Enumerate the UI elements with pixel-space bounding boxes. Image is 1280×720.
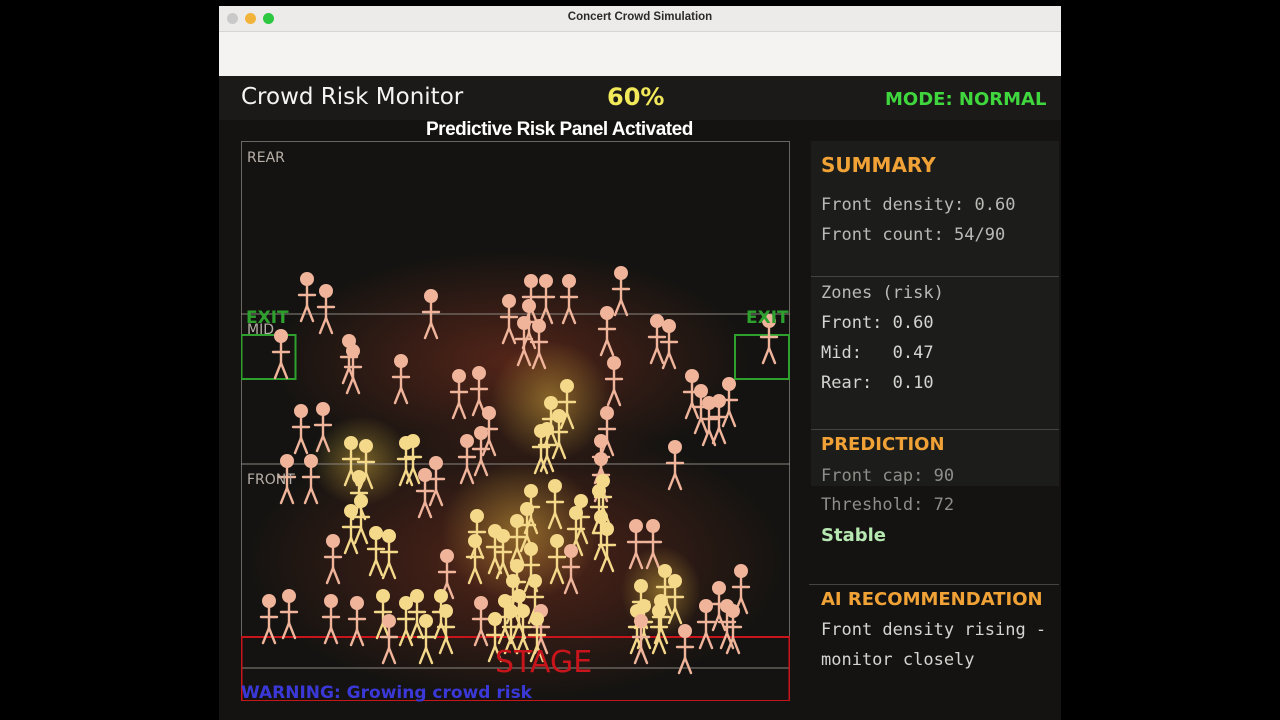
crowd-field-graphic <box>241 141 790 701</box>
prediction-status: Stable <box>821 525 886 546</box>
threshold: Threshold: 72 <box>821 495 955 515</box>
front-count: Front count: 54/90 <box>821 225 1006 245</box>
panel-divider <box>809 584 1059 585</box>
exit-right-label: EXIT <box>746 308 789 328</box>
mode-indicator: MODE: NORMAL <box>885 89 1047 110</box>
info-panel: SUMMARY Front density: 0.60 Front count:… <box>811 141 1059 486</box>
zone-risk-rear: Rear: 0.10 <box>821 373 934 393</box>
ai-recommendation-heading: AI RECOMMENDATION <box>821 589 1043 610</box>
toolbar <box>219 32 1061 77</box>
simulation-canvas: Crowd Risk Monitor 60% MODE: NORMAL Pred… <box>219 76 1061 720</box>
zone-risk-mid: Mid: 0.47 <box>821 343 934 363</box>
panel-activated-banner: Predictive Risk Panel Activated <box>426 119 693 140</box>
window-title: Concert Crowd Simulation <box>567 11 713 23</box>
risk-percentage: 60% <box>607 83 665 111</box>
warning-message: WARNING: Growing crowd risk <box>241 683 532 703</box>
front-cap: Front cap: 90 <box>821 466 955 486</box>
front-density: Front density: 0.60 <box>821 195 1016 215</box>
title-bar: Concert Crowd Simulation <box>219 6 1061 32</box>
person-figure <box>291 404 311 455</box>
app-title: Crowd Risk Monitor <box>241 84 464 110</box>
exit-left-label: EXIT <box>246 308 289 328</box>
prediction-heading: PREDICTION <box>821 434 945 455</box>
zone-label-front: FRONT <box>247 472 295 488</box>
recommendation-line-2: monitor closely <box>821 650 975 670</box>
crowd-field: REAR MID FRONT EXIT EXIT STAGE WARNING: … <box>241 141 790 703</box>
app-window: Concert Crowd Simulation Crowd Risk Moni… <box>219 6 1061 720</box>
panel-divider <box>811 276 1059 277</box>
zone-risk-front: Front: 0.60 <box>821 313 934 333</box>
panel-divider <box>811 429 1059 430</box>
zone-label-rear: REAR <box>247 150 285 166</box>
recommendation-line-1: Front density rising - <box>821 620 1047 640</box>
zones-risk-heading: Zones (risk) <box>821 283 944 303</box>
summary-heading: SUMMARY <box>821 153 936 177</box>
stage-label: STAGE <box>495 645 593 680</box>
